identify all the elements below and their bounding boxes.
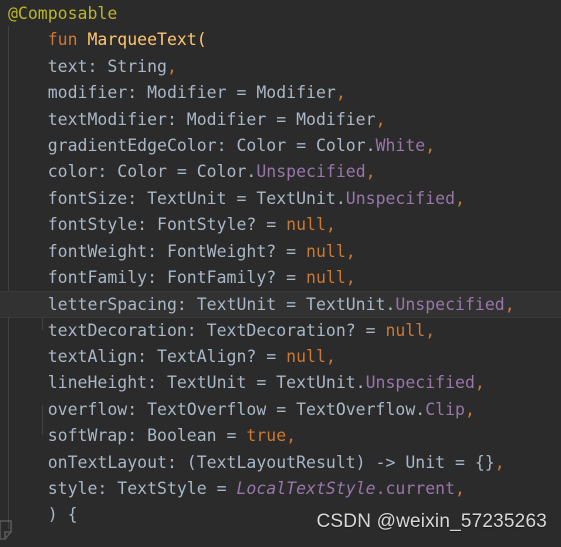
code-token: null	[306, 267, 346, 287]
code-token: ,	[365, 162, 376, 182]
code-fold-icon[interactable]	[0, 519, 16, 541]
csdn-watermark: CSDN @weixin_57235263	[316, 510, 547, 532]
code-token: fontSize: TextUnit = TextUnit.	[8, 188, 346, 208]
code-token: ,	[455, 188, 465, 208]
code-token: ,	[425, 135, 436, 155]
code-token: fontStyle: FontStyle? =	[8, 215, 287, 235]
code-line[interactable]: gradientEdgeColor: Color = Color.White,	[0, 133, 561, 159]
code-token: Unspecified	[345, 188, 456, 208]
code-token: softWrap: Boolean =	[8, 426, 247, 446]
code-line[interactable]: fontStyle: FontStyle? = null,	[0, 212, 561, 238]
code-token: fontFamily: FontFamily? =	[8, 267, 307, 287]
code-token: letterSpacing: TextUnit = TextUnit.	[8, 295, 396, 315]
code-token: LocalTextStyle	[236, 479, 376, 499]
code-line[interactable]: lineHeight: TextUnit = TextUnit.Unspecif…	[0, 370, 561, 396]
code-line[interactable]: color: Color = Color.Unspecified,	[0, 159, 561, 185]
code-token: White	[375, 135, 426, 155]
code-token: overflow: TextOverflow = TextOverflow.	[8, 399, 426, 419]
code-line[interactable]: @Composable	[0, 1, 561, 27]
code-lines-container[interactable]: @Composable fun MarqueeText( text: Strin…	[0, 0, 561, 529]
code-token: textModifier: Modifier = Modifier	[8, 109, 376, 129]
code-line[interactable]: modifier: Modifier = Modifier,	[0, 80, 561, 106]
code-token: Unspecified	[256, 162, 366, 182]
code-token: Unspecified	[395, 295, 505, 315]
code-token: ,	[425, 320, 436, 340]
code-token: ,	[286, 426, 297, 446]
code-token: ,	[345, 267, 356, 287]
code-line[interactable]: textDecoration: TextDecoration? = null,	[0, 318, 561, 344]
code-token: null	[286, 347, 326, 367]
code-line[interactable]: softWrap: Boolean = true,	[0, 423, 561, 449]
code-token: null	[306, 241, 346, 261]
code-line[interactable]: style: TextStyle = LocalTextStyle.curren…	[0, 476, 561, 502]
code-line[interactable]: fontSize: TextUnit = TextUnit.Unspecifie…	[0, 186, 561, 212]
code-line[interactable]: text: String,	[0, 54, 561, 80]
code-token: null	[286, 215, 326, 235]
code-token: ) {	[8, 505, 78, 525]
code-token: modifier: Modifier = Modifier	[8, 83, 336, 103]
code-line[interactable]: overflow: TextOverflow = TextOverflow.Cl…	[0, 397, 561, 423]
code-line[interactable]: fun MarqueeText(	[0, 27, 561, 53]
code-token: ,	[504, 295, 515, 315]
code-token: ,	[375, 109, 386, 129]
code-token: onTextLayout: (TextLayoutResult) -> Unit…	[8, 452, 495, 472]
code-line-current[interactable]: letterSpacing: TextUnit = TextUnit.Unspe…	[0, 291, 561, 318]
code-token: ,	[325, 347, 336, 367]
code-line[interactable]: textModifier: Modifier = Modifier,	[0, 107, 561, 133]
code-token: .current	[375, 479, 456, 499]
code-token: ,	[474, 373, 485, 393]
code-token: @Composable	[8, 4, 118, 23]
code-token: fun	[47, 30, 78, 50]
code-token: ,	[455, 479, 465, 499]
code-token: color: Color = Color.	[8, 162, 257, 182]
code-editor[interactable]: @Composable fun MarqueeText( text: Strin…	[0, 0, 561, 547]
code-token: MarqueeText	[87, 30, 197, 50]
code-token: Clip	[425, 399, 465, 419]
code-token: lineHeight: TextUnit = TextUnit.	[8, 373, 366, 393]
code-token: ,	[335, 83, 346, 103]
code-line[interactable]: fontFamily: FontFamily? = null,	[0, 265, 561, 291]
code-token: textDecoration: TextDecoration? =	[8, 320, 386, 340]
code-token: ,	[345, 241, 356, 261]
code-token: ,	[166, 56, 177, 76]
code-token: textAlign: TextAlign? =	[8, 347, 287, 367]
code-token: ,	[494, 452, 505, 472]
code-line[interactable]: textAlign: TextAlign? = null,	[0, 344, 561, 370]
code-token: ,	[464, 399, 475, 419]
code-token: true	[246, 426, 287, 446]
code-token: gradientEdgeColor: Color = Color.	[8, 135, 376, 155]
code-line[interactable]: onTextLayout: (TextLayoutResult) -> Unit…	[0, 450, 561, 476]
code-token: ,	[325, 215, 336, 235]
code-token: fontWeight: FontWeight? =	[8, 241, 307, 261]
code-token: (	[196, 30, 207, 50]
code-token: text: String	[8, 56, 167, 76]
code-line[interactable]: fontWeight: FontWeight? = null,	[0, 239, 561, 265]
code-token: null	[385, 320, 426, 340]
code-token: Unspecified	[365, 373, 475, 393]
code-token: style: TextStyle =	[8, 479, 237, 499]
